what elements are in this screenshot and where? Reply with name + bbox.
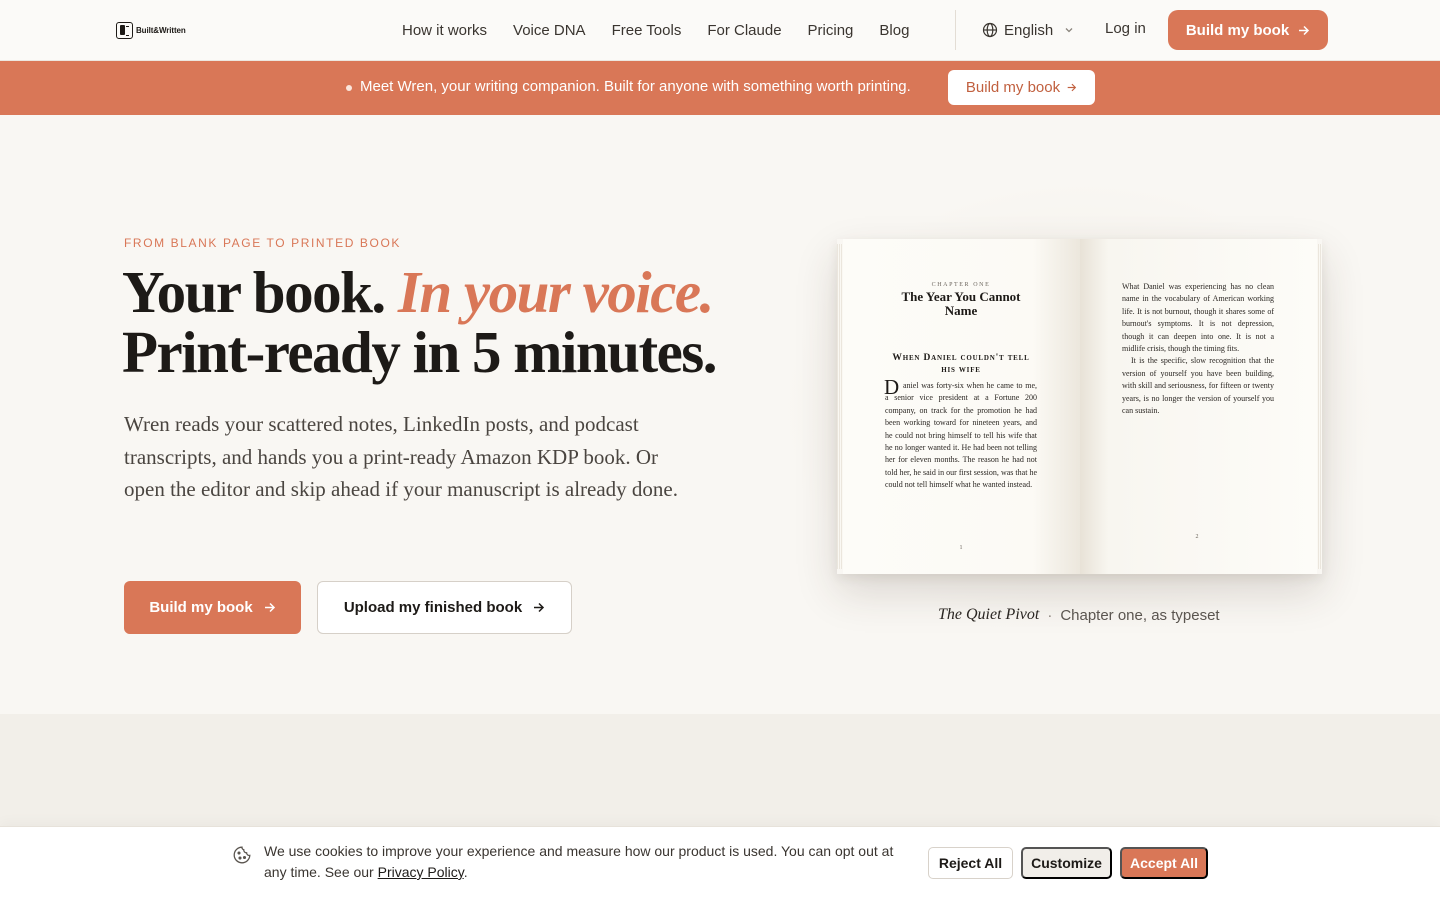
headline-accent: In your voice. (397, 259, 714, 325)
nav-links: How it works Voice DNA Free Tools For Cl… (402, 0, 909, 60)
caption-separator: · (1047, 606, 1053, 624)
nav-divider (955, 10, 956, 50)
caption-book-title: The Quiet Pivot (938, 606, 1040, 623)
login-link[interactable]: Log in (1105, 20, 1146, 37)
announcement-dot-icon (346, 85, 352, 91)
nav-how-it-works[interactable]: How it works (402, 22, 487, 39)
book-right-text: What Daniel was experiencing has no clea… (1122, 281, 1274, 417)
hero-upload-book-button[interactable]: Upload my finished book (317, 581, 572, 634)
hero-eyebrow: From blank page to printed book (124, 236, 401, 250)
headline-part-1: Your book. (122, 259, 386, 325)
book-right-paragraph-1: What Daniel was experiencing has no clea… (1122, 282, 1274, 354)
globe-icon (982, 22, 998, 38)
book-right-paragraph-2: It is the specific, slow recognition tha… (1122, 356, 1274, 416)
announcement-text: Meet Wren, your writing companion. Built… (360, 78, 911, 95)
hero-upload-book-label: Upload my finished book (343, 599, 523, 616)
cookie-icon (233, 846, 251, 864)
language-label: English (1004, 21, 1054, 39)
logo-text: Built&Written (136, 25, 186, 35)
nav-blog[interactable]: Blog (879, 22, 909, 39)
book-left-paragraph: aniel was forty-six when he came to me, … (885, 381, 1037, 490)
nav-build-book-label: Build my book (1185, 21, 1290, 39)
headline-part-2: Print-ready in 5 minutes. (122, 319, 718, 385)
chapter-label: Chapter One (931, 282, 991, 288)
caption-text: Chapter one, as typeset (1060, 606, 1220, 624)
logo-book-icon (116, 21, 133, 39)
hero-subcopy: Wren reads your scattered notes, LinkedI… (124, 412, 678, 501)
lower-section-band (0, 714, 1440, 826)
nav-pricing[interactable]: Pricing (808, 22, 854, 39)
chapter-title: The Year You Cannot Name (901, 289, 1021, 318)
accept-all-button[interactable]: Accept All (1120, 847, 1208, 879)
customize-button[interactable]: Customize (1021, 847, 1112, 879)
nav-free-tools[interactable]: Free Tools (612, 22, 682, 39)
hero-build-book-label: Build my book (149, 599, 253, 616)
cookie-period: . (463, 864, 468, 880)
arrow-right-icon (1299, 25, 1310, 35)
privacy-policy-link[interactable]: Privacy Policy (378, 864, 464, 880)
logo[interactable]: Built&Written (116, 21, 186, 39)
cookie-text: We use cookies to improve your experienc… (264, 843, 894, 880)
nav-build-book-button[interactable]: Build my book (1168, 10, 1328, 50)
announcement-button-label: Build my book (965, 79, 1061, 96)
nav-for-claude[interactable]: For Claude (707, 22, 781, 39)
page-number-right: 2 (1195, 534, 1199, 540)
cookie-message: We use cookies to improve your experienc… (264, 841, 904, 883)
arrow-right-icon (1067, 83, 1077, 92)
section-heading: When Daniel couldn't tell his wife (892, 353, 1030, 375)
book-caption: The Quiet Pivot · Chapter one, as typese… (938, 606, 1220, 624)
arrow-right-icon (534, 602, 545, 613)
chevron-down-icon (1065, 28, 1073, 33)
reject-all-button[interactable]: Reject All (928, 847, 1013, 879)
nav-voice-dna[interactable]: Voice DNA (513, 22, 586, 39)
page-number-left: 1 (959, 545, 963, 551)
hero-build-book-button[interactable]: Build my book (124, 581, 301, 634)
announcement-build-book-button[interactable]: Build my book (948, 70, 1095, 105)
arrow-right-icon (264, 602, 275, 613)
hero-headline: Your book. In your voice. Print-ready in… (122, 259, 718, 385)
language-selector[interactable]: English (982, 20, 1075, 40)
